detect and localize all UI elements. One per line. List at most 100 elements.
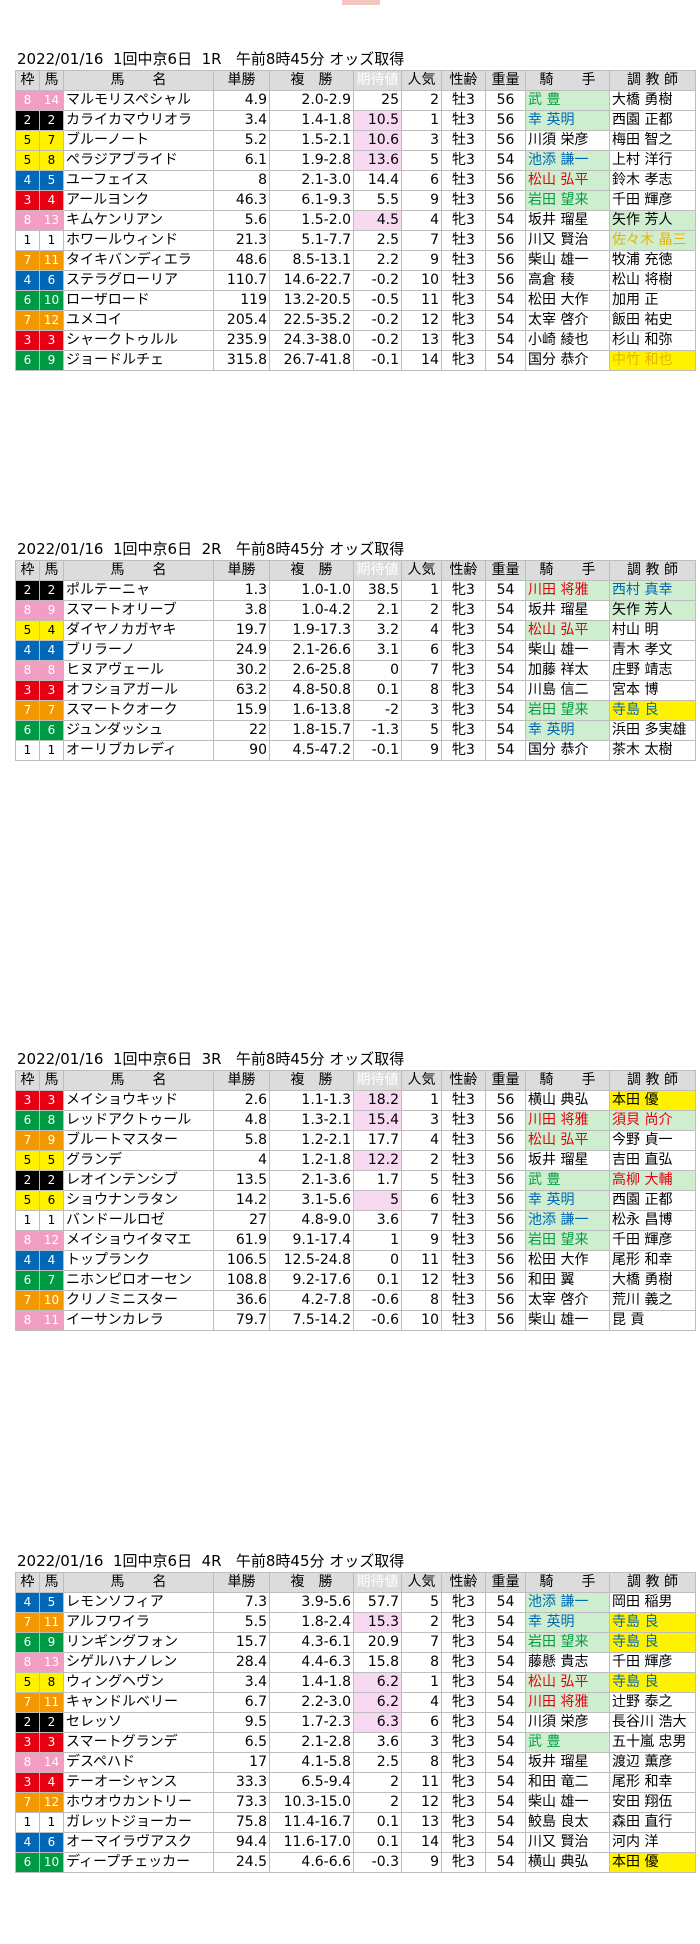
weight: 56 — [485, 250, 526, 271]
jockey: 柴山 雄一 — [525, 1310, 610, 1331]
win-odds: 1.3 — [213, 580, 270, 601]
jockey: 幸 英明 — [525, 110, 610, 131]
header-col-trainer: 調 教 師 — [609, 1070, 696, 1091]
horse-name: イーサンカレラ — [63, 1310, 214, 1331]
weight: 56 — [485, 1230, 526, 1251]
win-odds: 5.6 — [213, 210, 270, 231]
place-odds: 14.6-22.7 — [269, 270, 354, 291]
sex-age: 牝3 — [441, 1632, 486, 1653]
jockey: 池添 謙一 — [525, 1210, 610, 1231]
horse-name: ヒヌアヴェール — [63, 660, 214, 681]
sex-age: 牡3 — [441, 1270, 486, 1291]
table-row: 1 1 オーリブカレディ 90 4.5-47.2 -0.1 9 牝3 54 国分 恭介 茶木 太樹 — [15, 740, 696, 761]
horse-name: ジョードルチェ — [63, 350, 214, 371]
table-row: 3 3 スマートグランデ 6.5 2.1-2.8 3.6 3 牝3 54 武 豊五十嵐 忠男 — [15, 1732, 696, 1753]
frame-number: 6 — [15, 720, 40, 741]
weight: 54 — [485, 680, 526, 701]
expected-value: -0.2 — [353, 330, 402, 351]
weight: 54 — [485, 660, 526, 681]
header-col-place: 複 勝 — [269, 560, 354, 581]
expected-value: 0.1 — [353, 1832, 402, 1853]
trainer: 尾形 和幸 — [609, 1250, 696, 1271]
horse-name: オーマイラヴアスク — [63, 1832, 214, 1853]
horse-name: ショウナンラタン — [63, 1190, 214, 1211]
trainer: 西園 正都 — [609, 1190, 696, 1211]
place-odds: 1.9-17.3 — [269, 620, 354, 641]
table-header-row: 枠馬馬 名単勝複 勝期待値 人気 性齢 重量騎 手調 教 師 — [15, 1572, 696, 1593]
win-odds: 235.9 — [213, 330, 270, 351]
place-odds: 3.9-5.6 — [269, 1592, 354, 1613]
horse-name: ウィングヘヴン — [63, 1672, 214, 1693]
sex-age: 牝3 — [441, 310, 486, 331]
sex-age: 牝3 — [441, 210, 486, 231]
header-col-name: 馬 名 — [63, 560, 214, 581]
weight: 56 — [485, 1110, 526, 1131]
expected-value: 25 — [353, 90, 402, 111]
jockey: 幸 英明 — [525, 1612, 610, 1633]
popularity: 13 — [401, 1812, 442, 1833]
place-odds: 1.3-2.1 — [269, 1110, 354, 1131]
popularity: 4 — [401, 620, 442, 641]
popularity: 5 — [401, 720, 442, 741]
expected-value: 4.5 — [353, 210, 402, 231]
trainer: 五十嵐 忠男 — [609, 1732, 696, 1753]
odds-table: 枠馬馬 名単勝複 勝期待値 人気 性齢 重量騎 手調 教 師 3 3 メイショウキッド 2.6… — [15, 1070, 696, 1331]
frame-number: 1 — [15, 1812, 40, 1833]
expected-value: -0.2 — [353, 310, 402, 331]
weight: 54 — [485, 290, 526, 311]
jockey: 川須 栄彦 — [525, 130, 610, 151]
expected-value: 13.6 — [353, 150, 402, 171]
win-odds: 315.8 — [213, 350, 270, 371]
frame-number: 2 — [15, 580, 40, 601]
trainer: 吉田 直弘 — [609, 1150, 696, 1171]
win-odds: 63.2 — [213, 680, 270, 701]
horse-number: 1 — [39, 740, 64, 761]
race-block: 2022/01/16 1回中京6日 2R 午前8時45分 オッズ取得 枠馬馬 名… — [15, 538, 696, 761]
horse-name: キャンドルベリー — [63, 1692, 214, 1713]
win-odds: 110.7 — [213, 270, 270, 291]
header-col-num: 馬 — [39, 70, 64, 91]
win-odds: 24.5 — [213, 1852, 270, 1873]
race-block: 2022/01/16 1回中京6日 1R 午前8時45分 オッズ取得 枠馬馬 名… — [15, 48, 696, 371]
top-edge-mark — [342, 0, 380, 5]
table-row: 8 14 マルモリスペシャル 4.9 2.0-2.9 25 2 牡3 56 武 豊大橋 勇樹 — [15, 90, 696, 111]
popularity: 12 — [401, 310, 442, 331]
horse-number: 1 — [39, 230, 64, 251]
horse-name: タイキバンディエラ — [63, 250, 214, 271]
horse-number: 2 — [39, 1712, 64, 1733]
sex-age: 牝3 — [441, 1812, 486, 1833]
jockey: 坂井 瑠星 — [525, 210, 610, 231]
table-row: 2 2 セレッソ 9.5 1.7-2.3 6.3 6 牝3 54 川須 栄彦 長谷川 浩大 — [15, 1712, 696, 1733]
horse-name: ユーフェイス — [63, 170, 214, 191]
sex-age: 牝3 — [441, 700, 486, 721]
place-odds: 24.3-38.0 — [269, 330, 354, 351]
popularity: 5 — [401, 1592, 442, 1613]
header-col-pop: 人気 — [401, 1070, 442, 1091]
sex-age: 牝3 — [441, 620, 486, 641]
frame-number: 5 — [15, 1672, 40, 1693]
sex-age: 牡3 — [441, 1190, 486, 1211]
win-odds: 33.3 — [213, 1772, 270, 1793]
horse-name: デスペハド — [63, 1752, 214, 1773]
horse-number: 7 — [39, 130, 64, 151]
weight: 56 — [485, 1150, 526, 1171]
header-col-frame: 枠 — [15, 1070, 40, 1091]
weight: 54 — [485, 1592, 526, 1613]
popularity: 8 — [401, 680, 442, 701]
horse-name: ホウオウカントリー — [63, 1792, 214, 1813]
popularity: 8 — [401, 1652, 442, 1673]
weight: 56 — [485, 130, 526, 151]
place-odds: 2.1-3.6 — [269, 1170, 354, 1191]
race-block: 2022/01/16 1回中京6日 4R 午前8時45分 オッズ取得 枠馬馬 名… — [15, 1550, 696, 1873]
place-odds: 2.1-3.0 — [269, 170, 354, 191]
sex-age: 牡3 — [441, 1210, 486, 1231]
header-col-place: 複 勝 — [269, 1070, 354, 1091]
table-row: 1 1 ガレットジョーカー 75.8 11.4-16.7 0.1 13 牝3 54 鮫島 良太 森田… — [15, 1812, 696, 1833]
expected-value: -0.5 — [353, 290, 402, 311]
jockey: 松田 大作 — [525, 290, 610, 311]
trainer: 安田 翔伍 — [609, 1792, 696, 1813]
expected-value: 15.3 — [353, 1612, 402, 1633]
popularity: 1 — [401, 1090, 442, 1111]
trainer: 寺島 良 — [609, 700, 696, 721]
table-row: 8 8 ヒヌアヴェール 30.2 2.6-25.8 0 7 牝3 54 加藤 祥太 庄野 靖志 — [15, 660, 696, 681]
